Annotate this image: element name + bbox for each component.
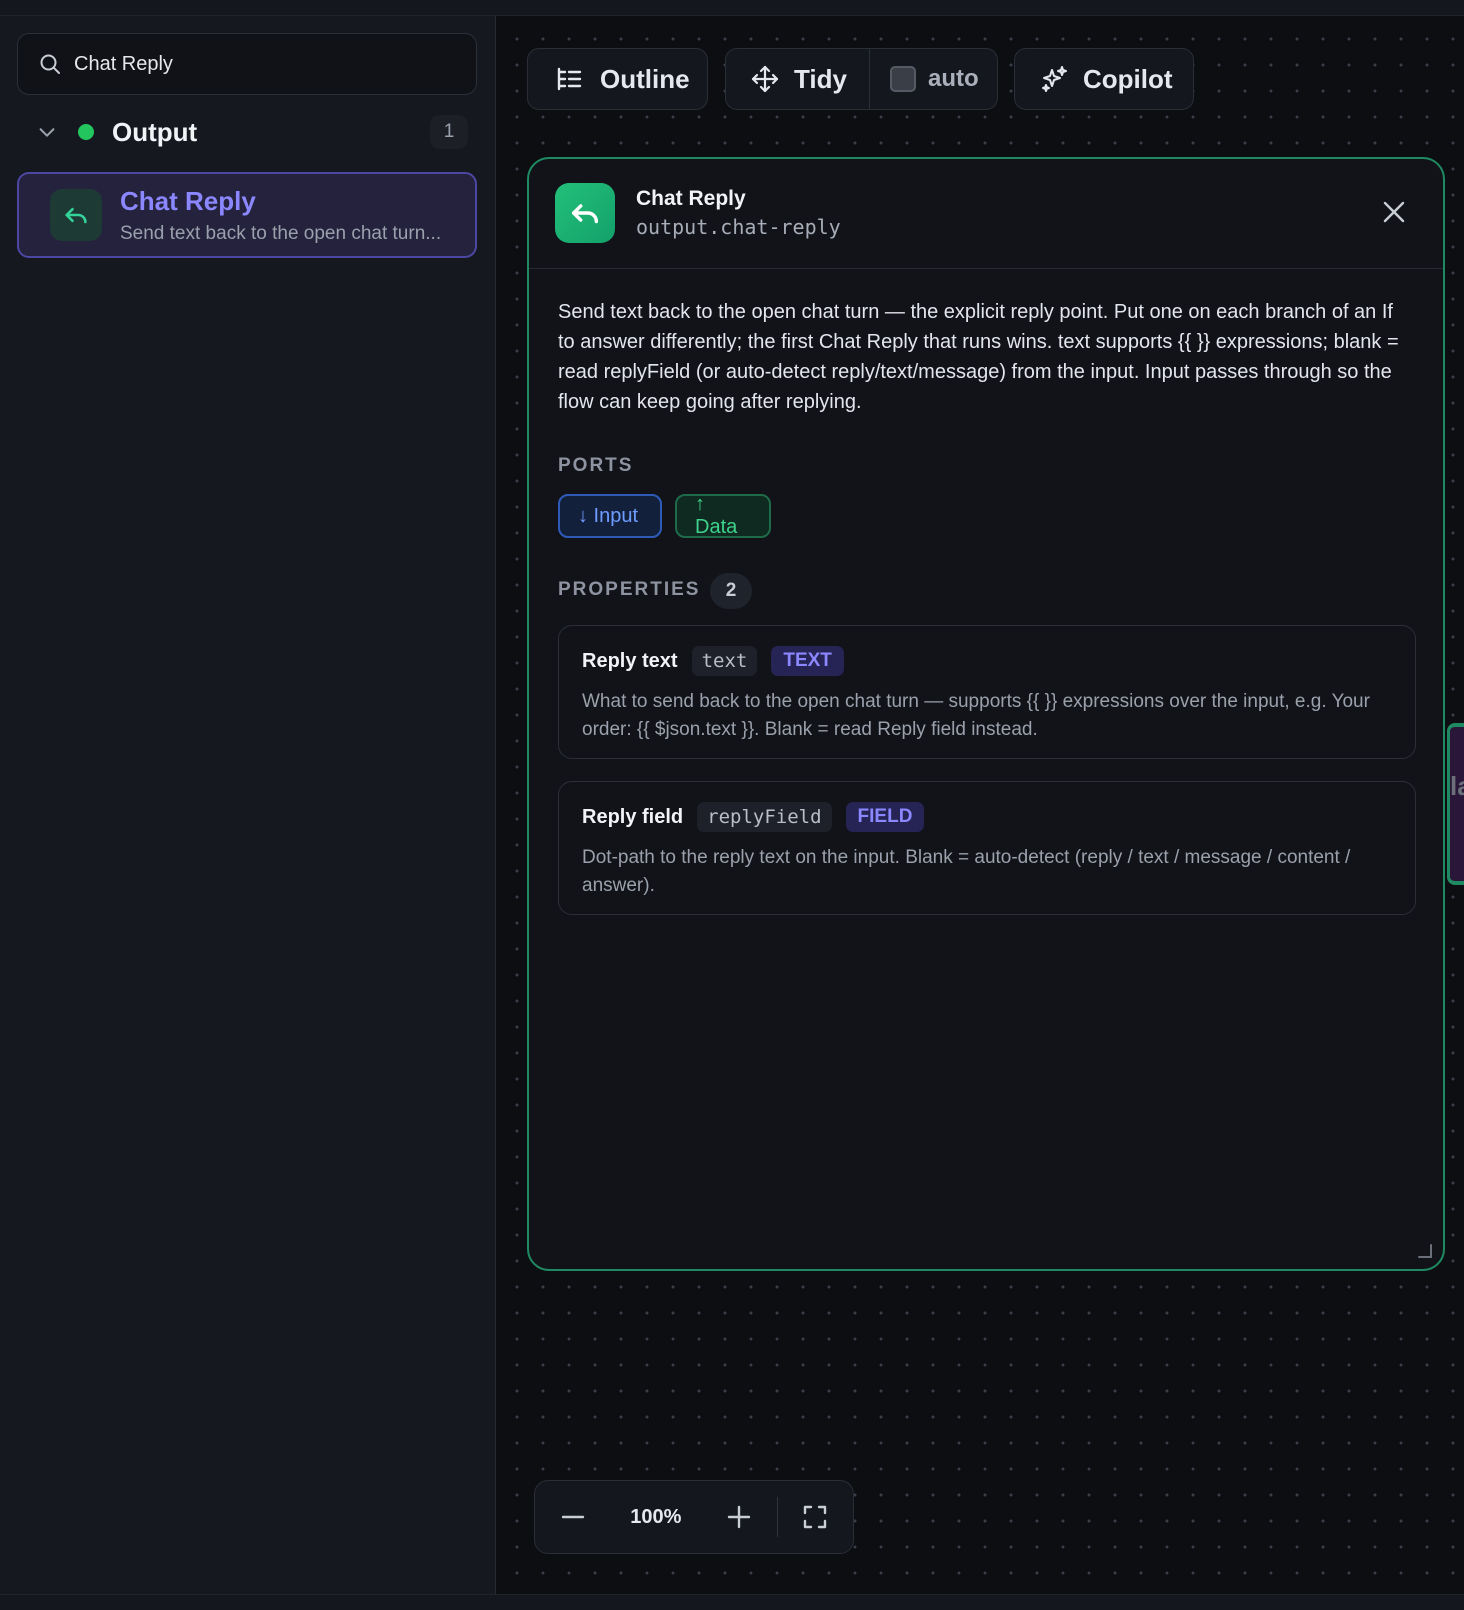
node-item-title: Chat Reply — [120, 185, 256, 216]
group-count-badge: 1 — [430, 115, 468, 149]
node-sidebar: Output 1 Chat Reply Send text back to th… — [0, 16, 496, 1594]
search-icon — [40, 54, 60, 74]
reply-icon — [65, 207, 87, 224]
property-kind-badge: TEXT — [771, 646, 844, 676]
copilot-button[interactable]: Copilot — [1014, 48, 1194, 110]
property-key: text — [691, 646, 758, 676]
sidebar-item-chat-reply[interactable]: Chat Reply Send text back to the open ch… — [17, 172, 477, 258]
auto-label: auto — [928, 65, 979, 92]
port-data[interactable]: ↑ Data — [675, 493, 771, 538]
fit-view-button[interactable] — [778, 1481, 853, 1553]
panel-type-id: output.chat-reply — [636, 215, 841, 239]
zoom-level: 100% — [630, 1505, 682, 1528]
search-box[interactable] — [17, 33, 477, 95]
property-description: Dot-path to the reply text on the input.… — [582, 847, 1351, 896]
properties-heading: PROPERTIES — [558, 579, 701, 600]
property-kind-badge: FIELD — [845, 802, 925, 832]
offscreen-node[interactable]: la — [1447, 723, 1464, 885]
zoom-in-button[interactable] — [701, 1481, 776, 1553]
node-item-description: Send text back to the open chat turn... — [120, 222, 442, 244]
close-icon[interactable] — [1379, 197, 1409, 227]
copilot-label: Copilot — [1083, 63, 1173, 94]
resize-handle-icon[interactable] — [1415, 1241, 1433, 1259]
group-label: Output — [112, 116, 198, 147]
auto-checkbox[interactable] — [890, 66, 916, 92]
node-detail-panel: Chat Reply output.chat-reply Send text b… — [527, 157, 1445, 1271]
panel-title: Chat Reply — [636, 187, 746, 210]
outline-icon — [557, 67, 582, 91]
property-name: Reply field — [582, 805, 684, 828]
auto-toggle[interactable]: auto — [870, 49, 979, 109]
outline-button[interactable]: Outline — [527, 48, 708, 110]
node-icon — [50, 189, 102, 241]
status-dot — [78, 124, 94, 140]
plus-icon — [727, 1505, 751, 1529]
zoom-controls: 100% — [534, 1480, 854, 1554]
properties-count-badge: 2 — [710, 573, 752, 609]
bottom-strip — [0, 1594, 1464, 1610]
move-icon — [751, 65, 779, 93]
port-input[interactable]: ↓ Input — [558, 494, 662, 538]
offscreen-node-label: la — [1450, 771, 1464, 801]
sparkles-icon — [1042, 66, 1067, 92]
property-card-reply-field[interactable]: Reply field replyField FIELD Dot-path to… — [558, 781, 1416, 915]
search-input[interactable] — [74, 52, 434, 76]
panel-description: Send text back to the open chat turn — t… — [558, 301, 1399, 413]
tidy-button[interactable]: Tidy — [726, 49, 870, 109]
ports-heading: PORTS — [558, 455, 634, 476]
property-key: replyField — [697, 802, 832, 832]
zoom-out-button[interactable] — [535, 1481, 610, 1553]
chevron-down-icon[interactable] — [36, 121, 58, 143]
tidy-group: Tidy auto — [725, 48, 998, 110]
fullscreen-icon — [804, 1505, 827, 1529]
group-output[interactable]: Output 1 — [28, 112, 468, 152]
outline-label: Outline — [600, 63, 690, 94]
minus-icon — [561, 1515, 584, 1519]
property-card-reply-text[interactable]: Reply text text TEXT What to send back t… — [558, 625, 1416, 759]
top-strip — [0, 0, 1464, 16]
panel-header: Chat Reply output.chat-reply — [529, 159, 1443, 269]
property-name: Reply text — [582, 649, 678, 672]
panel-node-icon — [555, 183, 615, 243]
tidy-label: Tidy — [794, 63, 847, 94]
reply-icon — [571, 204, 599, 224]
property-description: What to send back to the open chat turn … — [582, 691, 1370, 740]
